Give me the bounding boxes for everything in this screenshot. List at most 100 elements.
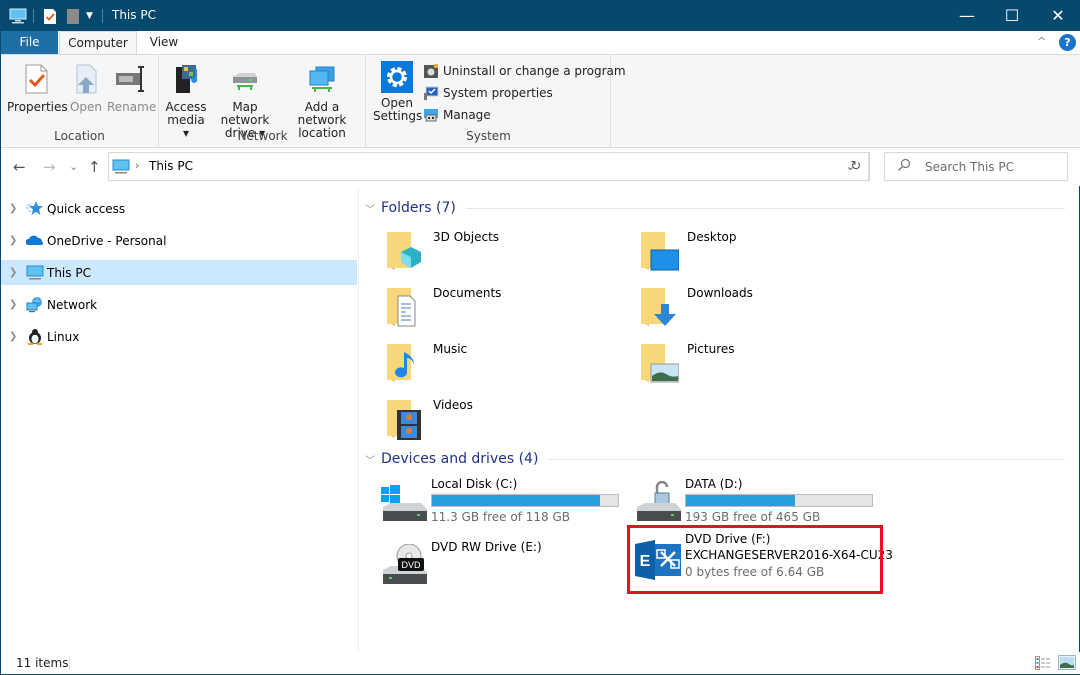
status-bar: 11 items bbox=[1, 652, 1080, 674]
drive-label: DATA (D:) bbox=[685, 477, 743, 491]
expand-chevron-icon[interactable]: ❯ bbox=[9, 235, 17, 246]
title-bar: ▼ This PC — ☐ ✕ bbox=[1, 0, 1080, 31]
breadcrumb-this-pc[interactable]: This PC bbox=[149, 159, 193, 173]
address-bar[interactable]: › This PC ⌄ bbox=[108, 152, 870, 181]
drives-section-header[interactable]: ﹀ Devices and drives (4) bbox=[365, 449, 1065, 469]
drive-capacity: 11.3 GB free of 118 GB bbox=[431, 510, 570, 524]
uninstall-program-button[interactable]: Uninstall or change a program bbox=[423, 61, 626, 81]
window-title: This PC bbox=[112, 8, 156, 22]
folder-item-videos[interactable]: Videos bbox=[385, 396, 635, 446]
folders-section-title: Folders (7) bbox=[381, 200, 456, 216]
ribbon-tabs: File Computer View ^ ? bbox=[1, 31, 1080, 55]
tab-computer[interactable]: Computer bbox=[59, 31, 137, 55]
folder-item-3d-objects[interactable]: 3D Objects bbox=[385, 228, 635, 278]
item-count: 11 items bbox=[16, 656, 69, 670]
close-icon: ✕ bbox=[1051, 6, 1065, 25]
expand-chevron-icon[interactable]: ❯ bbox=[9, 331, 17, 342]
breadcrumb-separator-icon[interactable]: › bbox=[135, 159, 139, 172]
expand-chevron-icon[interactable]: ❯ bbox=[9, 299, 17, 310]
expand-chevron-icon[interactable]: ❯ bbox=[9, 267, 17, 278]
drive-item-c[interactable]: Local Disk (C:) 11.3 GB free of 118 GB bbox=[381, 477, 631, 535]
properties-label: Properties bbox=[7, 100, 68, 114]
folder-item-pictures[interactable]: Pictures bbox=[639, 340, 889, 390]
back-button[interactable]: ← bbox=[13, 158, 26, 176]
chevron-down-icon: ⌄ bbox=[69, 160, 79, 173]
manage-icon bbox=[423, 107, 439, 123]
expand-chevron-icon[interactable]: ❯ bbox=[9, 203, 17, 214]
open-button[interactable]: Open bbox=[67, 59, 105, 114]
highlight-box bbox=[627, 525, 883, 594]
drive-label: DVD RW Drive (E:) bbox=[431, 540, 542, 554]
tree-item-quick-access[interactable]: ❯ Quick access bbox=[1, 196, 357, 221]
open-label: Open bbox=[69, 100, 103, 114]
status-divider bbox=[69, 656, 70, 670]
tree-item-onedrive[interactable]: ❯ OneDrive - Personal bbox=[1, 228, 357, 253]
onedrive-cloud-icon bbox=[25, 232, 44, 249]
access-media-button[interactable]: Access media ▾ bbox=[164, 59, 208, 140]
add-network-location-button[interactable]: Add a network location bbox=[282, 59, 362, 140]
network-group-label: Network bbox=[237, 129, 288, 143]
search-input[interactable] bbox=[925, 159, 1065, 174]
uninstall-icon bbox=[423, 63, 439, 79]
properties-button[interactable]: Properties bbox=[7, 59, 68, 114]
system-properties-icon bbox=[423, 85, 439, 101]
folder-item-documents[interactable]: Documents bbox=[385, 284, 635, 334]
collapse-chevron-icon[interactable]: ﹀ bbox=[365, 201, 375, 216]
dvd-drive-icon: DVD bbox=[381, 543, 429, 592]
search-box[interactable] bbox=[884, 152, 1068, 181]
tree-item-linux[interactable]: ❯ Linux bbox=[1, 324, 357, 349]
system-properties-button[interactable]: System properties bbox=[423, 83, 553, 103]
drive-item-e[interactable]: DVD DVD RW Drive (E:) bbox=[381, 540, 631, 598]
pane-splitter[interactable] bbox=[358, 188, 359, 651]
system-group-label: System bbox=[466, 129, 511, 143]
folder-item-music[interactable]: Music bbox=[385, 340, 635, 390]
up-button[interactable]: ↑ bbox=[88, 158, 101, 176]
open-settings-button[interactable]: Open Settings bbox=[373, 59, 422, 123]
collapse-ribbon-button[interactable]: ^ bbox=[1037, 35, 1046, 48]
help-button[interactable]: ? bbox=[1059, 34, 1076, 51]
folder-label: 3D Objects bbox=[433, 230, 500, 244]
quick-access-star-icon bbox=[26, 200, 44, 217]
drives-section-title: Devices and drives (4) bbox=[381, 451, 539, 467]
tree-item-network[interactable]: ❯ Network bbox=[1, 292, 357, 317]
collapse-chevron-icon[interactable]: ﹀ bbox=[365, 452, 375, 467]
new-folder-icon[interactable] bbox=[66, 6, 80, 26]
tree-item-label: Quick access bbox=[47, 201, 126, 216]
search-icon bbox=[897, 158, 913, 175]
properties-icon[interactable] bbox=[43, 6, 57, 26]
folders-section-header[interactable]: ﹀ Folders (7) bbox=[365, 198, 1065, 218]
drive-usage-fill bbox=[432, 495, 601, 506]
navigation-pane: ❯ Quick access ❯ OneDrive - Personal ❯ T… bbox=[1, 196, 357, 356]
folder-label: Pictures bbox=[687, 342, 735, 356]
folder-label: Desktop bbox=[687, 230, 737, 244]
tab-view[interactable]: View bbox=[138, 31, 190, 55]
ribbon: Properties Open Rename Location Access m… bbox=[1, 54, 1080, 148]
tree-item-label: This PC bbox=[47, 265, 91, 280]
customize-dropdown-icon[interactable]: ▼ bbox=[86, 6, 93, 26]
details-view-button[interactable] bbox=[1035, 656, 1051, 673]
open-icon bbox=[70, 63, 102, 95]
manage-button[interactable]: Manage bbox=[423, 105, 491, 125]
close-button[interactable]: ✕ bbox=[1035, 0, 1080, 31]
add-network-location-label: Add a network bbox=[297, 100, 347, 127]
help-icon: ? bbox=[1064, 36, 1071, 49]
forward-button[interactable]: → bbox=[43, 158, 56, 176]
folder-item-desktop[interactable]: Desktop bbox=[639, 228, 889, 278]
rename-button[interactable]: Rename bbox=[107, 59, 157, 114]
computer-icon[interactable] bbox=[9, 6, 27, 26]
this-pc-icon bbox=[26, 264, 44, 281]
rename-label: Rename bbox=[107, 100, 157, 114]
documents-folder-icon bbox=[385, 284, 425, 328]
recent-locations-button[interactable]: ⌄ bbox=[69, 160, 78, 173]
folder-label: Videos bbox=[433, 398, 473, 412]
tab-file[interactable]: File bbox=[1, 31, 58, 55]
map-network-drive-button[interactable]: Map network drive ▾ bbox=[208, 59, 282, 140]
minimize-button[interactable]: — bbox=[944, 0, 990, 31]
refresh-button[interactable]: ↻ bbox=[843, 152, 870, 181]
tree-item-this-pc[interactable]: ❯ This PC bbox=[1, 260, 357, 285]
uninstall-program-label: Uninstall or change a program bbox=[443, 64, 626, 78]
large-icons-view-button[interactable] bbox=[1058, 655, 1076, 673]
maximize-button[interactable]: ☐ bbox=[989, 0, 1035, 31]
folder-item-downloads[interactable]: Downloads bbox=[639, 284, 889, 334]
downloads-folder-icon bbox=[639, 284, 679, 328]
